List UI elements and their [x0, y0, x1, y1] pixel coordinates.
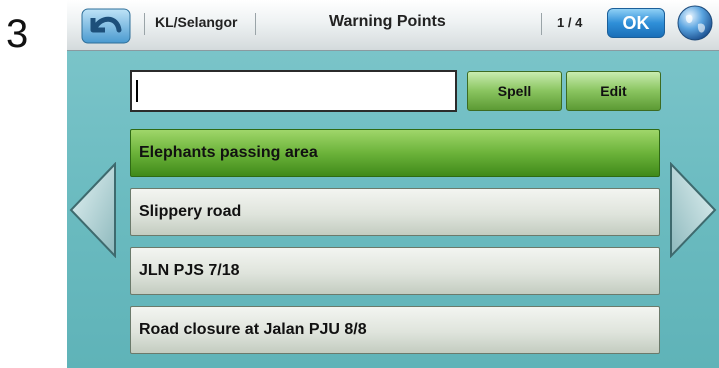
list-item[interactable]: Slippery road: [130, 188, 660, 236]
region-label: KL/Selangor: [155, 14, 238, 30]
navigation-screen: KL/Selangor Warning Points 1 / 4 OK Spel…: [67, 0, 719, 368]
back-button[interactable]: [81, 8, 131, 44]
globe-icon: [677, 5, 713, 41]
separator: [541, 13, 542, 35]
list-item[interactable]: JLN PJS 7/18: [130, 247, 660, 295]
page-indicator: 1 / 4: [557, 15, 583, 30]
globe-button[interactable]: [676, 4, 714, 42]
text-caret: [136, 80, 138, 102]
next-page-button[interactable]: [669, 162, 717, 258]
left-arrow-icon: [69, 162, 116, 258]
back-arrow-icon: [81, 8, 131, 44]
search-input[interactable]: [130, 70, 457, 112]
separator: [144, 13, 145, 35]
list-item[interactable]: Elephants passing area: [130, 129, 660, 177]
list-item[interactable]: Road closure at Jalan PJU 8/8: [130, 306, 660, 354]
edit-button[interactable]: Edit: [566, 71, 661, 111]
page-title: Warning Points: [329, 13, 446, 30]
spell-button[interactable]: Spell: [467, 71, 562, 111]
title-bar: KL/Selangor Warning Points 1 / 4 OK: [67, 0, 719, 51]
separator: [255, 13, 256, 35]
ok-button[interactable]: OK: [607, 8, 665, 38]
previous-page-button[interactable]: [69, 162, 117, 258]
step-number: 3: [6, 12, 29, 56]
right-arrow-icon: [670, 162, 717, 258]
